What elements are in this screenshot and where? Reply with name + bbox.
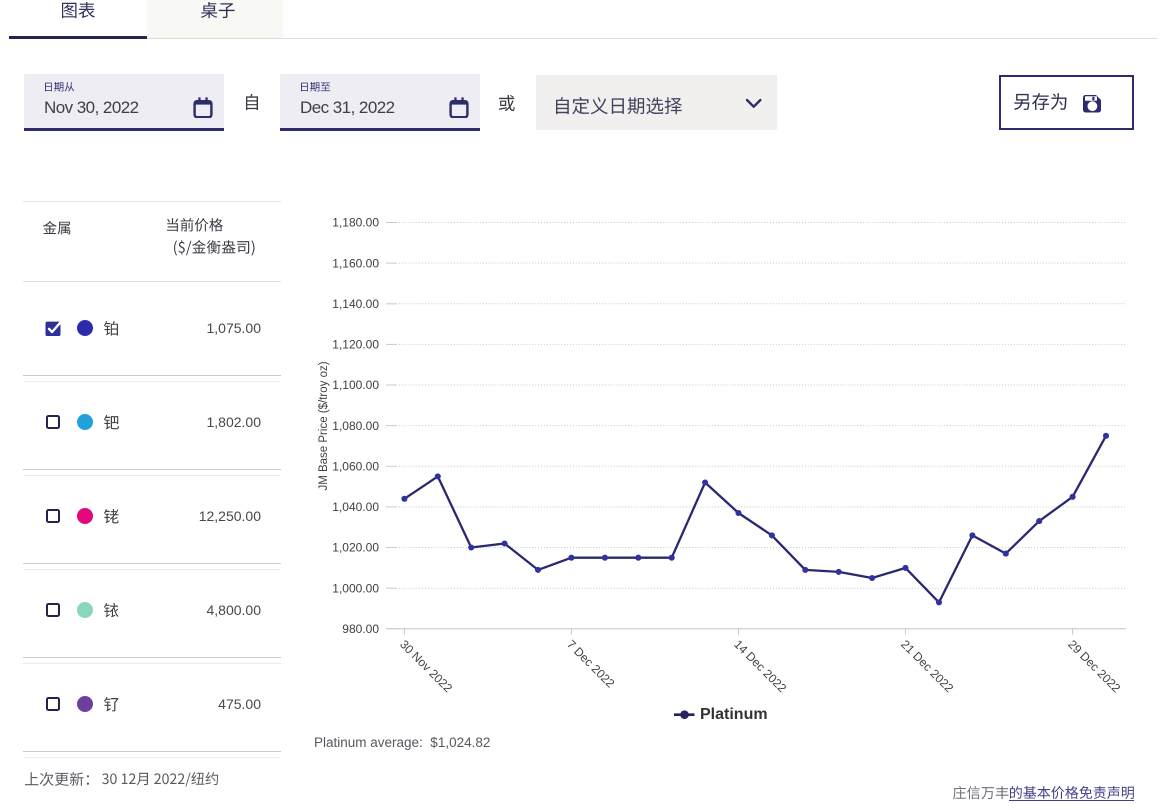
svg-text:30 Nov 2022: 30 Nov 2022 xyxy=(397,637,455,695)
svg-text:7 Dec 2022: 7 Dec 2022 xyxy=(564,637,618,691)
svg-text:JM Base Price ($/troy oz): JM Base Price ($/troy oz) xyxy=(318,361,330,490)
svg-text:1,040.00: 1,040.00 xyxy=(332,500,379,514)
svg-text:1,000.00: 1,000.00 xyxy=(332,581,379,595)
svg-text:980.00: 980.00 xyxy=(342,622,379,636)
svg-text:1,160.00: 1,160.00 xyxy=(332,256,379,270)
svg-text:21 Dec 2022: 21 Dec 2022 xyxy=(898,637,956,695)
svg-text:1,060.00: 1,060.00 xyxy=(332,460,379,474)
svg-text:29 Dec 2022: 29 Dec 2022 xyxy=(1065,637,1123,695)
svg-text:1,080.00: 1,080.00 xyxy=(332,419,379,433)
svg-text:1,140.00: 1,140.00 xyxy=(332,297,379,311)
svg-text:14 Dec 2022: 14 Dec 2022 xyxy=(731,637,789,695)
svg-text:1,180.00: 1,180.00 xyxy=(332,216,379,230)
svg-text:1,120.00: 1,120.00 xyxy=(332,338,379,352)
svg-text:1,100.00: 1,100.00 xyxy=(332,378,379,392)
svg-text:1,020.00: 1,020.00 xyxy=(332,541,379,555)
